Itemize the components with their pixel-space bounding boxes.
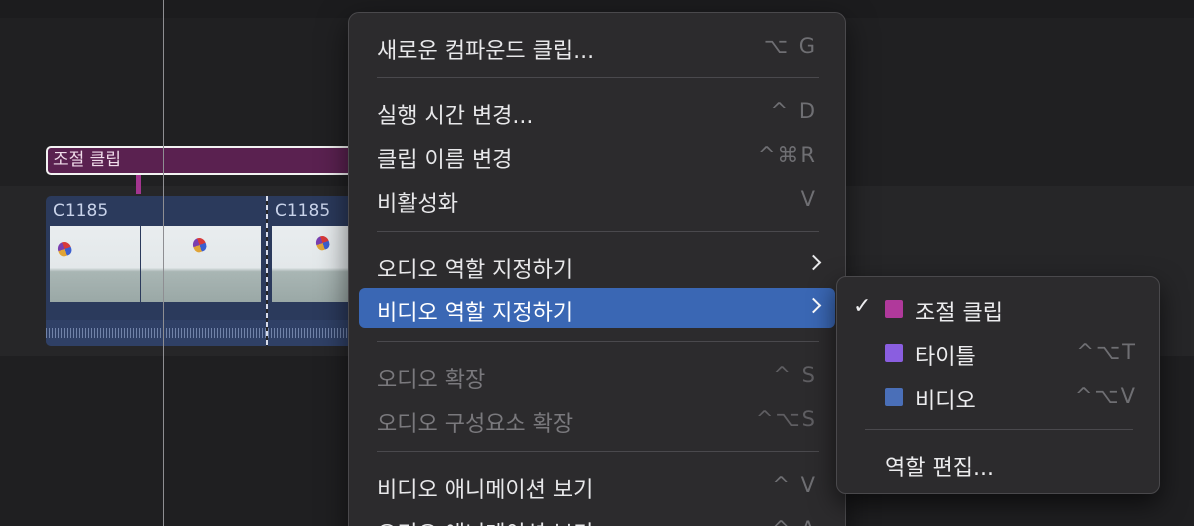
menu-item-disable[interactable]: 비활성화 V: [359, 179, 835, 219]
menu-item-new-compound-clip[interactable]: 새로운 컴파운드 클립... ⌥ G: [359, 26, 835, 66]
menu-item-edit-roles[interactable]: 역할 편집...: [845, 443, 1151, 483]
menu-item-label: 클립 이름 변경: [377, 148, 513, 173]
role-item-titles[interactable]: 타이틀 ^⌥T: [845, 332, 1151, 372]
menu-item-label: 역할 편집...: [885, 456, 994, 481]
clip-thumbnail: [141, 226, 261, 302]
menu-item-assign-audio-roles[interactable]: 오디오 역할 지정하기: [359, 245, 835, 285]
audio-waveform: [46, 320, 266, 346]
menu-item-shortcut: ^⌥T: [1076, 340, 1137, 364]
playhead[interactable]: [163, 0, 164, 526]
parasail-image: [313, 234, 332, 252]
menu-item-shortcut: ⌥ G: [763, 34, 817, 58]
menu-separator: [377, 451, 819, 452]
menu-item-label: 오디오 구성요소 확장: [377, 412, 574, 437]
menu-item-show-video-animation[interactable]: 비디오 애니메이션 보기 ^ V: [359, 465, 835, 505]
parasail-image: [190, 236, 209, 254]
menu-item-shortcut: ^ V: [772, 473, 817, 497]
menu-item-shortcut: ^⌥V: [1074, 384, 1137, 408]
video-clip[interactable]: C1185: [268, 196, 358, 346]
menu-item-label: 오디오 확장: [377, 368, 486, 393]
audio-waveform: [268, 320, 358, 346]
menu-item-label: 새로운 컴파운드 클립...: [377, 39, 595, 64]
role-label: 타이틀: [915, 345, 976, 370]
menu-item-shortcut: ^ A: [772, 517, 817, 526]
menu-item-label: 비디오 애니메이션 보기: [377, 478, 594, 503]
menu-separator: [865, 429, 1133, 430]
clip-edit-point[interactable]: [266, 196, 268, 346]
role-item-video[interactable]: 비디오 ^⌥V: [845, 376, 1151, 416]
video-roles-submenu: ✓ 조절 클립 타이틀 ^⌥T 비디오 ^⌥V 역할 편집...: [836, 276, 1160, 494]
video-clip[interactable]: C1185: [46, 196, 266, 346]
menu-item-expand-audio-components[interactable]: 오디오 구성요소 확장 ^⌥S: [359, 399, 835, 439]
menu-item-assign-video-roles[interactable]: 비디오 역할 지정하기: [359, 288, 835, 328]
parasail-image: [55, 240, 74, 258]
menu-separator: [377, 77, 819, 78]
checkmark-icon: ✓: [853, 294, 872, 319]
role-color-swatch: [885, 300, 903, 318]
menu-item-label: 오디오 역할 지정하기: [377, 258, 574, 283]
role-item-adjustment-clip[interactable]: ✓ 조절 클립: [845, 288, 1151, 328]
menu-item-shortcut: ^ D: [770, 99, 817, 123]
menu-separator: [377, 231, 819, 232]
menu-item-shortcut: ^ S: [773, 363, 817, 387]
chevron-right-icon: [805, 297, 822, 314]
menu-item-label: 비활성화: [377, 192, 458, 217]
menu-item-label: 오디오 애니메이션 보기: [377, 516, 593, 526]
role-color-swatch: [885, 344, 903, 362]
role-color-swatch: [885, 388, 903, 406]
menu-item-label: 실행 시간 변경...: [377, 104, 534, 129]
menu-item-label: 비디오 역할 지정하기: [377, 301, 574, 326]
role-label: 조절 클립: [915, 301, 1003, 326]
compound-clip-connector: [136, 175, 141, 194]
clip-name: C1185: [53, 201, 109, 221]
menu-item-expand-audio[interactable]: 오디오 확장 ^ S: [359, 355, 835, 395]
menu-item-shortcut: ^⌥S: [755, 407, 817, 431]
compound-clip-bar[interactable]: 조절 클립: [46, 146, 356, 175]
clip-thumbnail: [50, 226, 140, 302]
clip-context-menu: 새로운 컴파운드 클립... ⌥ G 실행 시간 변경... ^ D 클립 이름…: [348, 12, 846, 526]
menu-item-show-audio-animation[interactable]: 오디오 애니메이션 보기 ^ A: [359, 509, 835, 526]
chevron-right-icon: [805, 254, 822, 271]
role-label: 비디오: [915, 389, 976, 414]
menu-item-shortcut: ^⌘R: [757, 143, 817, 167]
clip-name: C1185: [275, 201, 331, 221]
menu-item-shortcut: V: [800, 187, 817, 211]
menu-item-change-duration[interactable]: 실행 시간 변경... ^ D: [359, 91, 835, 131]
menu-separator: [377, 341, 819, 342]
clip-thumbnail: [272, 226, 358, 302]
menu-item-rename-clip[interactable]: 클립 이름 변경 ^⌘R: [359, 135, 835, 175]
